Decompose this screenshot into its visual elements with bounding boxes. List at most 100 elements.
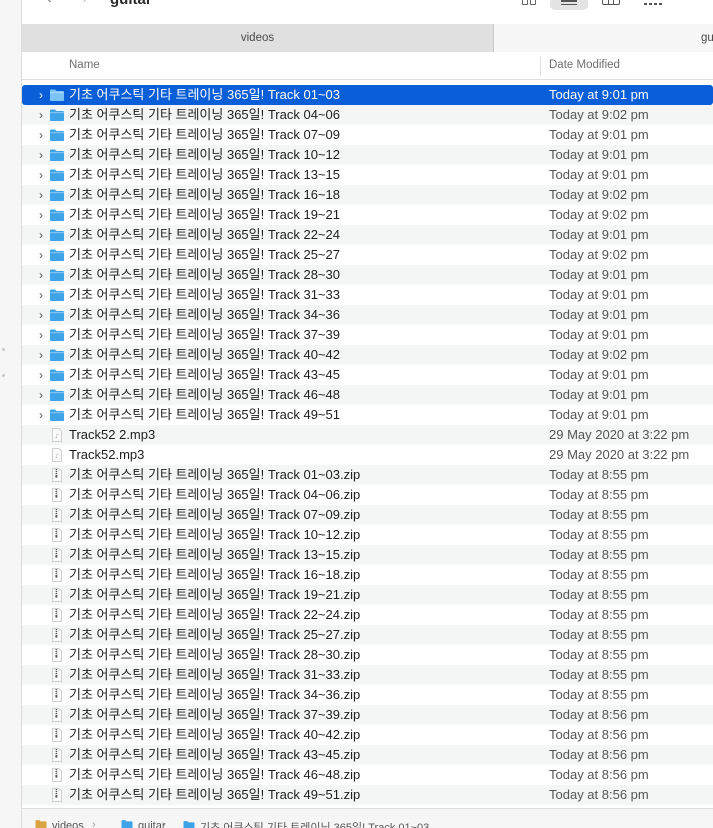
folder-row[interactable]: › 기초 어쿠스틱 기타 트레이닝 365일! Track 22~24 Today …: [22, 225, 713, 245]
file-row[interactable]: ♪ Track52.mp3 29 May 2020 at 3:22 pm: [22, 445, 713, 465]
folder-row[interactable]: › 기초 어쿠스틱 기타 트레이닝 365일! Track 28~30 Today …: [22, 265, 713, 285]
date-modified: Today at 9:01 pm: [549, 167, 649, 182]
folder-row[interactable]: › 기초 어쿠스틱 기타 트레이닝 365일! Track 46~48 Today …: [22, 385, 713, 405]
disclosure-triangle-icon[interactable]: ›: [36, 385, 46, 405]
file-row[interactable]: ♪ Track52 2.mp3 29 May 2020 at 3:22 pm: [22, 425, 713, 445]
folder-row[interactable]: › 기초 어쿠스틱 기타 트레이닝 365일! Track 25~27 Today …: [22, 245, 713, 265]
disclosure-triangle-icon[interactable]: ›: [36, 165, 46, 185]
list-view-button[interactable]: [550, 0, 588, 10]
folder-row[interactable]: › 기초 어쿠스틱 기타 트레이닝 365일! Track 34~36 Today …: [22, 305, 713, 325]
disclosure-triangle-icon[interactable]: ›: [36, 105, 46, 125]
folder-row[interactable]: › 기초 어쿠스틱 기타 트레이닝 365일! Track 19~21 Today …: [22, 205, 713, 225]
tab-guitar[interactable]: gu: [494, 24, 713, 52]
zip-archive-icon: [49, 668, 65, 682]
file-row[interactable]: 기초 어쿠스틱 기타 트레이닝 365일! Track 25~27.zip Tod…: [22, 625, 713, 645]
disclosure-triangle-icon[interactable]: ›: [36, 185, 46, 205]
zip-archive-icon: [49, 788, 65, 802]
file-row[interactable]: 기초 어쿠스틱 기타 트레이닝 365일! Track 04~06.zip Tod…: [22, 485, 713, 505]
forward-button[interactable]: ›: [76, 0, 94, 7]
gallery-icon: [644, 0, 662, 5]
column-divider[interactable]: [540, 57, 541, 76]
folder-row[interactable]: › 기초 어쿠스틱 기타 트레이닝 365일! Track 31~33 Today …: [22, 285, 713, 305]
disclosure-triangle-icon[interactable]: ›: [36, 85, 46, 105]
file-name: 기초 어쿠스틱 기타 트레이닝 365일! Track 46~48.zip: [69, 767, 361, 782]
path-crumb[interactable]: 기초 어쿠스틱 기타 트레이닝 365일! Track 01~03: [182, 819, 429, 828]
zip-archive-icon: [49, 628, 65, 642]
date-modified: Today at 9:01 pm: [549, 387, 649, 402]
chevron-left-icon: ‹: [46, 0, 51, 7]
file-name: 기초 어쿠스틱 기타 트레이닝 365일! Track 25~27: [69, 247, 340, 262]
file-row[interactable]: 기초 어쿠스틱 기타 트레이닝 365일! Track 16~18.zip Tod…: [22, 565, 713, 585]
file-row[interactable]: 기초 어쿠스틱 기타 트레이닝 365일! Track 31~33.zip Tod…: [22, 665, 713, 685]
file-row[interactable]: 기초 어쿠스틱 기타 트레이닝 365일! Track 01~03.zip Tod…: [22, 465, 713, 485]
icon-view-button[interactable]: [510, 0, 548, 10]
date-modified: Today at 8:56 pm: [549, 707, 649, 722]
back-button[interactable]: ‹: [40, 0, 58, 7]
folder-row[interactable]: › 기초 어쿠스틱 기타 트레이닝 365일! Track 37~39 Today …: [22, 325, 713, 345]
folder-icon: [49, 208, 65, 222]
folder-row[interactable]: › 기초 어쿠스틱 기타 트레이닝 365일! Track 40~42 Today …: [22, 345, 713, 365]
file-row[interactable]: 기초 어쿠스틱 기타 트레이닝 365일! Track 34~36.zip Tod…: [22, 685, 713, 705]
date-modified: Today at 8:56 pm: [549, 727, 649, 742]
date-modified: Today at 8:55 pm: [549, 487, 649, 502]
file-row[interactable]: 기초 어쿠스틱 기타 트레이닝 365일! Track 49~51.zip Tod…: [22, 785, 713, 805]
file-name: 기초 어쿠스틱 기타 트레이닝 365일! Track 28~30.zip: [69, 647, 361, 662]
date-modified: Today at 8:56 pm: [549, 787, 649, 802]
folder-row[interactable]: › 기초 어쿠스틱 기타 트레이닝 365일! Track 01~03 Today …: [22, 85, 713, 105]
file-row[interactable]: 기초 어쿠스틱 기타 트레이닝 365일! Track 07~09.zip Tod…: [22, 505, 713, 525]
date-modified: Today at 9:02 pm: [549, 187, 649, 202]
file-row[interactable]: 기초 어쿠스틱 기타 트레이닝 365일! Track 22~24.zip Tod…: [22, 605, 713, 625]
list-icon: [561, 0, 577, 5]
disclosure-triangle-icon[interactable]: ›: [36, 245, 46, 265]
chevron-right-icon: ›: [82, 0, 87, 7]
audio-file-icon: ♪: [49, 448, 65, 462]
date-modified: Today at 9:01 pm: [549, 287, 649, 302]
disclosure-triangle-icon[interactable]: ›: [36, 145, 46, 165]
disclosure-triangle-icon[interactable]: ›: [36, 365, 46, 385]
disclosure-triangle-icon[interactable]: ›: [36, 325, 46, 345]
disclosure-triangle-icon[interactable]: ›: [36, 305, 46, 325]
tab-videos[interactable]: videos: [22, 24, 494, 52]
file-row[interactable]: 기초 어쿠스틱 기타 트레이닝 365일! Track 40~42.zip Tod…: [22, 725, 713, 745]
zip-archive-icon: [49, 568, 65, 582]
disclosure-triangle-icon[interactable]: ›: [36, 265, 46, 285]
date-modified-column-header[interactable]: Date Modified: [549, 59, 620, 71]
file-name: 기초 어쿠스틱 기타 트레이닝 365일! Track 49~51: [69, 407, 340, 422]
folder-row[interactable]: › 기초 어쿠스틱 기타 트레이닝 365일! Track 07~09 Today …: [22, 125, 713, 145]
name-column-header[interactable]: Name: [69, 59, 100, 71]
date-modified: Today at 9:01 pm: [549, 147, 649, 162]
file-name: 기초 어쿠스틱 기타 트레이닝 365일! Track 04~06: [69, 107, 340, 122]
disclosure-triangle-icon[interactable]: ›: [36, 225, 46, 245]
folder-row[interactable]: › 기초 어쿠스틱 기타 트레이닝 365일! Track 49~51 Today …: [22, 405, 713, 425]
zip-archive-icon: [49, 488, 65, 502]
file-row[interactable]: 기초 어쿠스틱 기타 트레이닝 365일! Track 10~12.zip Tod…: [22, 525, 713, 545]
path-crumb[interactable]: guitar: [120, 819, 166, 828]
file-name: 기초 어쿠스틱 기타 트레이닝 365일! Track 01~03: [69, 87, 340, 102]
file-row[interactable]: 기초 어쿠스틱 기타 트레이닝 365일! Track 28~30.zip Tod…: [22, 645, 713, 665]
file-row[interactable]: 기초 어쿠스틱 기타 트레이닝 365일! Track 13~15.zip Tod…: [22, 545, 713, 565]
disclosure-triangle-icon[interactable]: ›: [36, 125, 46, 145]
file-row[interactable]: 기초 어쿠스틱 기타 트레이닝 365일! Track 37~39.zip Tod…: [22, 705, 713, 725]
disclosure-triangle-icon[interactable]: ›: [36, 285, 46, 305]
folder-row[interactable]: › 기초 어쿠스틱 기타 트레이닝 365일! Track 10~12 Today …: [22, 145, 713, 165]
file-row[interactable]: 기초 어쿠스틱 기타 트레이닝 365일! Track 43~45.zip Tod…: [22, 745, 713, 765]
disclosure-triangle-icon[interactable]: ›: [36, 205, 46, 225]
disclosure-triangle-icon[interactable]: ›: [36, 345, 46, 365]
file-row[interactable]: 기초 어쿠스틱 기타 트레이닝 365일! Track 46~48.zip Tod…: [22, 765, 713, 785]
gallery-view-button[interactable]: [634, 0, 672, 10]
folder-icon: [49, 228, 65, 242]
folder-row[interactable]: › 기초 어쿠스틱 기타 트레이닝 365일! Track 43~45 Today …: [22, 365, 713, 385]
file-name: Track52 2.mp3: [69, 427, 156, 442]
folder-icon: [49, 148, 65, 162]
folder-row[interactable]: › 기초 어쿠스틱 기타 트레이닝 365일! Track 13~15 Today …: [22, 165, 713, 185]
folder-row[interactable]: › 기초 어쿠스틱 기타 트레이닝 365일! Track 04~06 Today …: [22, 105, 713, 125]
disclosure-triangle-icon[interactable]: ›: [36, 405, 46, 425]
date-modified: Today at 8:55 pm: [549, 667, 649, 682]
path-crumb[interactable]: videos: [34, 819, 84, 828]
column-view-button[interactable]: [592, 0, 630, 10]
file-row[interactable]: 기초 어쿠스틱 기타 트레이닝 365일! Track 19~21.zip Tod…: [22, 585, 713, 605]
folder-row[interactable]: › 기초 어쿠스틱 기타 트레이닝 365일! Track 16~18 Today …: [22, 185, 713, 205]
file-name: 기초 어쿠스틱 기타 트레이닝 365일! Track 31~33: [69, 287, 340, 302]
file-name: 기초 어쿠스틱 기타 트레이닝 365일! Track 07~09: [69, 127, 340, 142]
date-modified: Today at 8:55 pm: [549, 547, 649, 562]
